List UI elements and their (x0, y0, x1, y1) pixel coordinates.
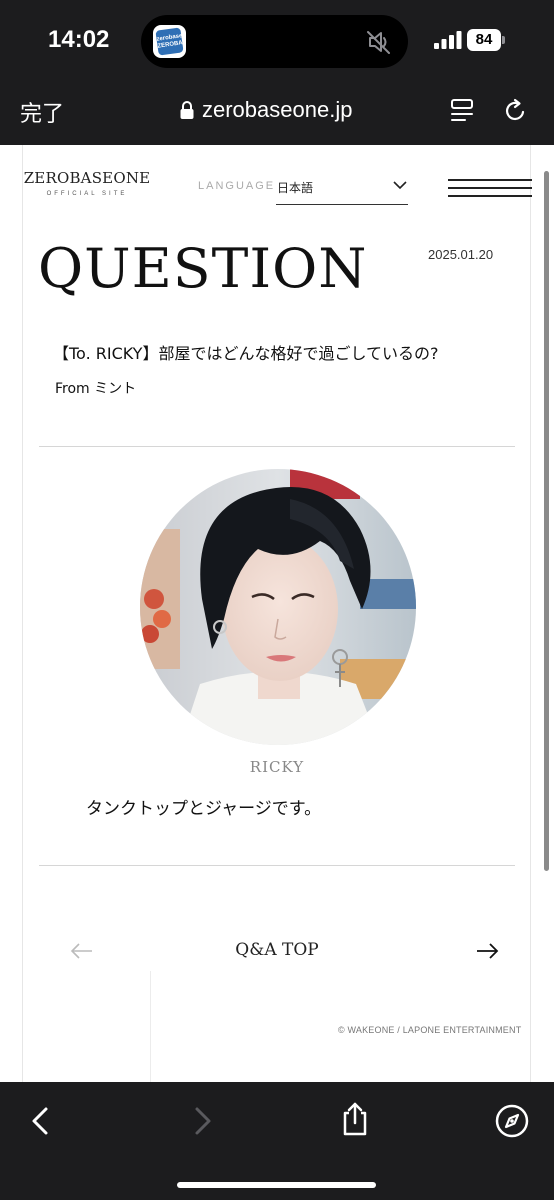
scrollbar[interactable] (544, 171, 549, 871)
site-logo[interactable]: ZEROBASEONE OFFICIAL SITE (22, 169, 152, 197)
menu-icon[interactable] (448, 179, 532, 203)
divider (39, 446, 515, 447)
avatar-photo (140, 469, 416, 745)
back-icon[interactable] (24, 1103, 60, 1139)
question-date: 2025.01.20 (428, 247, 494, 262)
mute-icon (367, 31, 390, 54)
island-app-icon[interactable]: zerobaseone ZEROBASE (153, 25, 186, 58)
answer-text: タンクトップとジャージです。 (86, 799, 322, 819)
status-bar: 14:02 zerobaseone ZEROBASE 84 (0, 0, 554, 80)
divider (39, 865, 515, 866)
web-page: ZEROBASEONE OFFICIAL SITE LANGUAGE 日本語 Q… (0, 145, 554, 1082)
status-time: 14:02 (48, 26, 110, 53)
lock-icon (180, 101, 194, 119)
page-title: QUESTION (38, 237, 368, 300)
forward-icon[interactable] (183, 1103, 219, 1139)
compass-icon[interactable] (494, 1103, 530, 1139)
logo-text: ZEROBASEONE (23, 169, 151, 187)
dynamic-island[interactable]: zerobaseone ZEROBASE (141, 15, 408, 68)
reload-icon[interactable] (503, 97, 529, 125)
qa-top-link[interactable]: Q&A TOP (0, 940, 554, 960)
reader-icon[interactable] (450, 97, 476, 125)
home-indicator[interactable] (177, 1182, 376, 1188)
question-text: 【To. RICKY】部屋ではどんな格好で過ごしているの? (53, 344, 439, 363)
language-value: 日本語 (277, 181, 314, 195)
logo-subtext: OFFICIAL SITE (46, 191, 128, 197)
language-select[interactable]: 日本語 (276, 175, 408, 205)
avatar (140, 469, 416, 745)
copyright-text: © WAKEONE / LAPONE ENTERTAINMENT (338, 1025, 522, 1035)
island-app-label: zerobaseone ZEROBASE (155, 27, 186, 56)
signal-icon (434, 31, 462, 49)
done-button[interactable]: 完了 (20, 96, 64, 128)
footer-line (150, 971, 151, 1082)
question-from: From ミント (55, 381, 137, 397)
share-icon[interactable] (337, 1101, 373, 1137)
battery-level: 84 (467, 29, 501, 51)
battery-icon: 84 (467, 29, 505, 51)
url-text: zerobaseone.jp (202, 97, 353, 122)
language-label: LANGUAGE (198, 180, 276, 192)
next-arrow-icon[interactable] (475, 942, 499, 960)
chevron-down-icon (393, 181, 407, 190)
address-bar[interactable]: zerobaseone.jp (180, 97, 352, 123)
answer-member-name: RICKY (249, 758, 305, 776)
browser-nav-bar: 完了 zerobaseone.jp (0, 80, 554, 145)
